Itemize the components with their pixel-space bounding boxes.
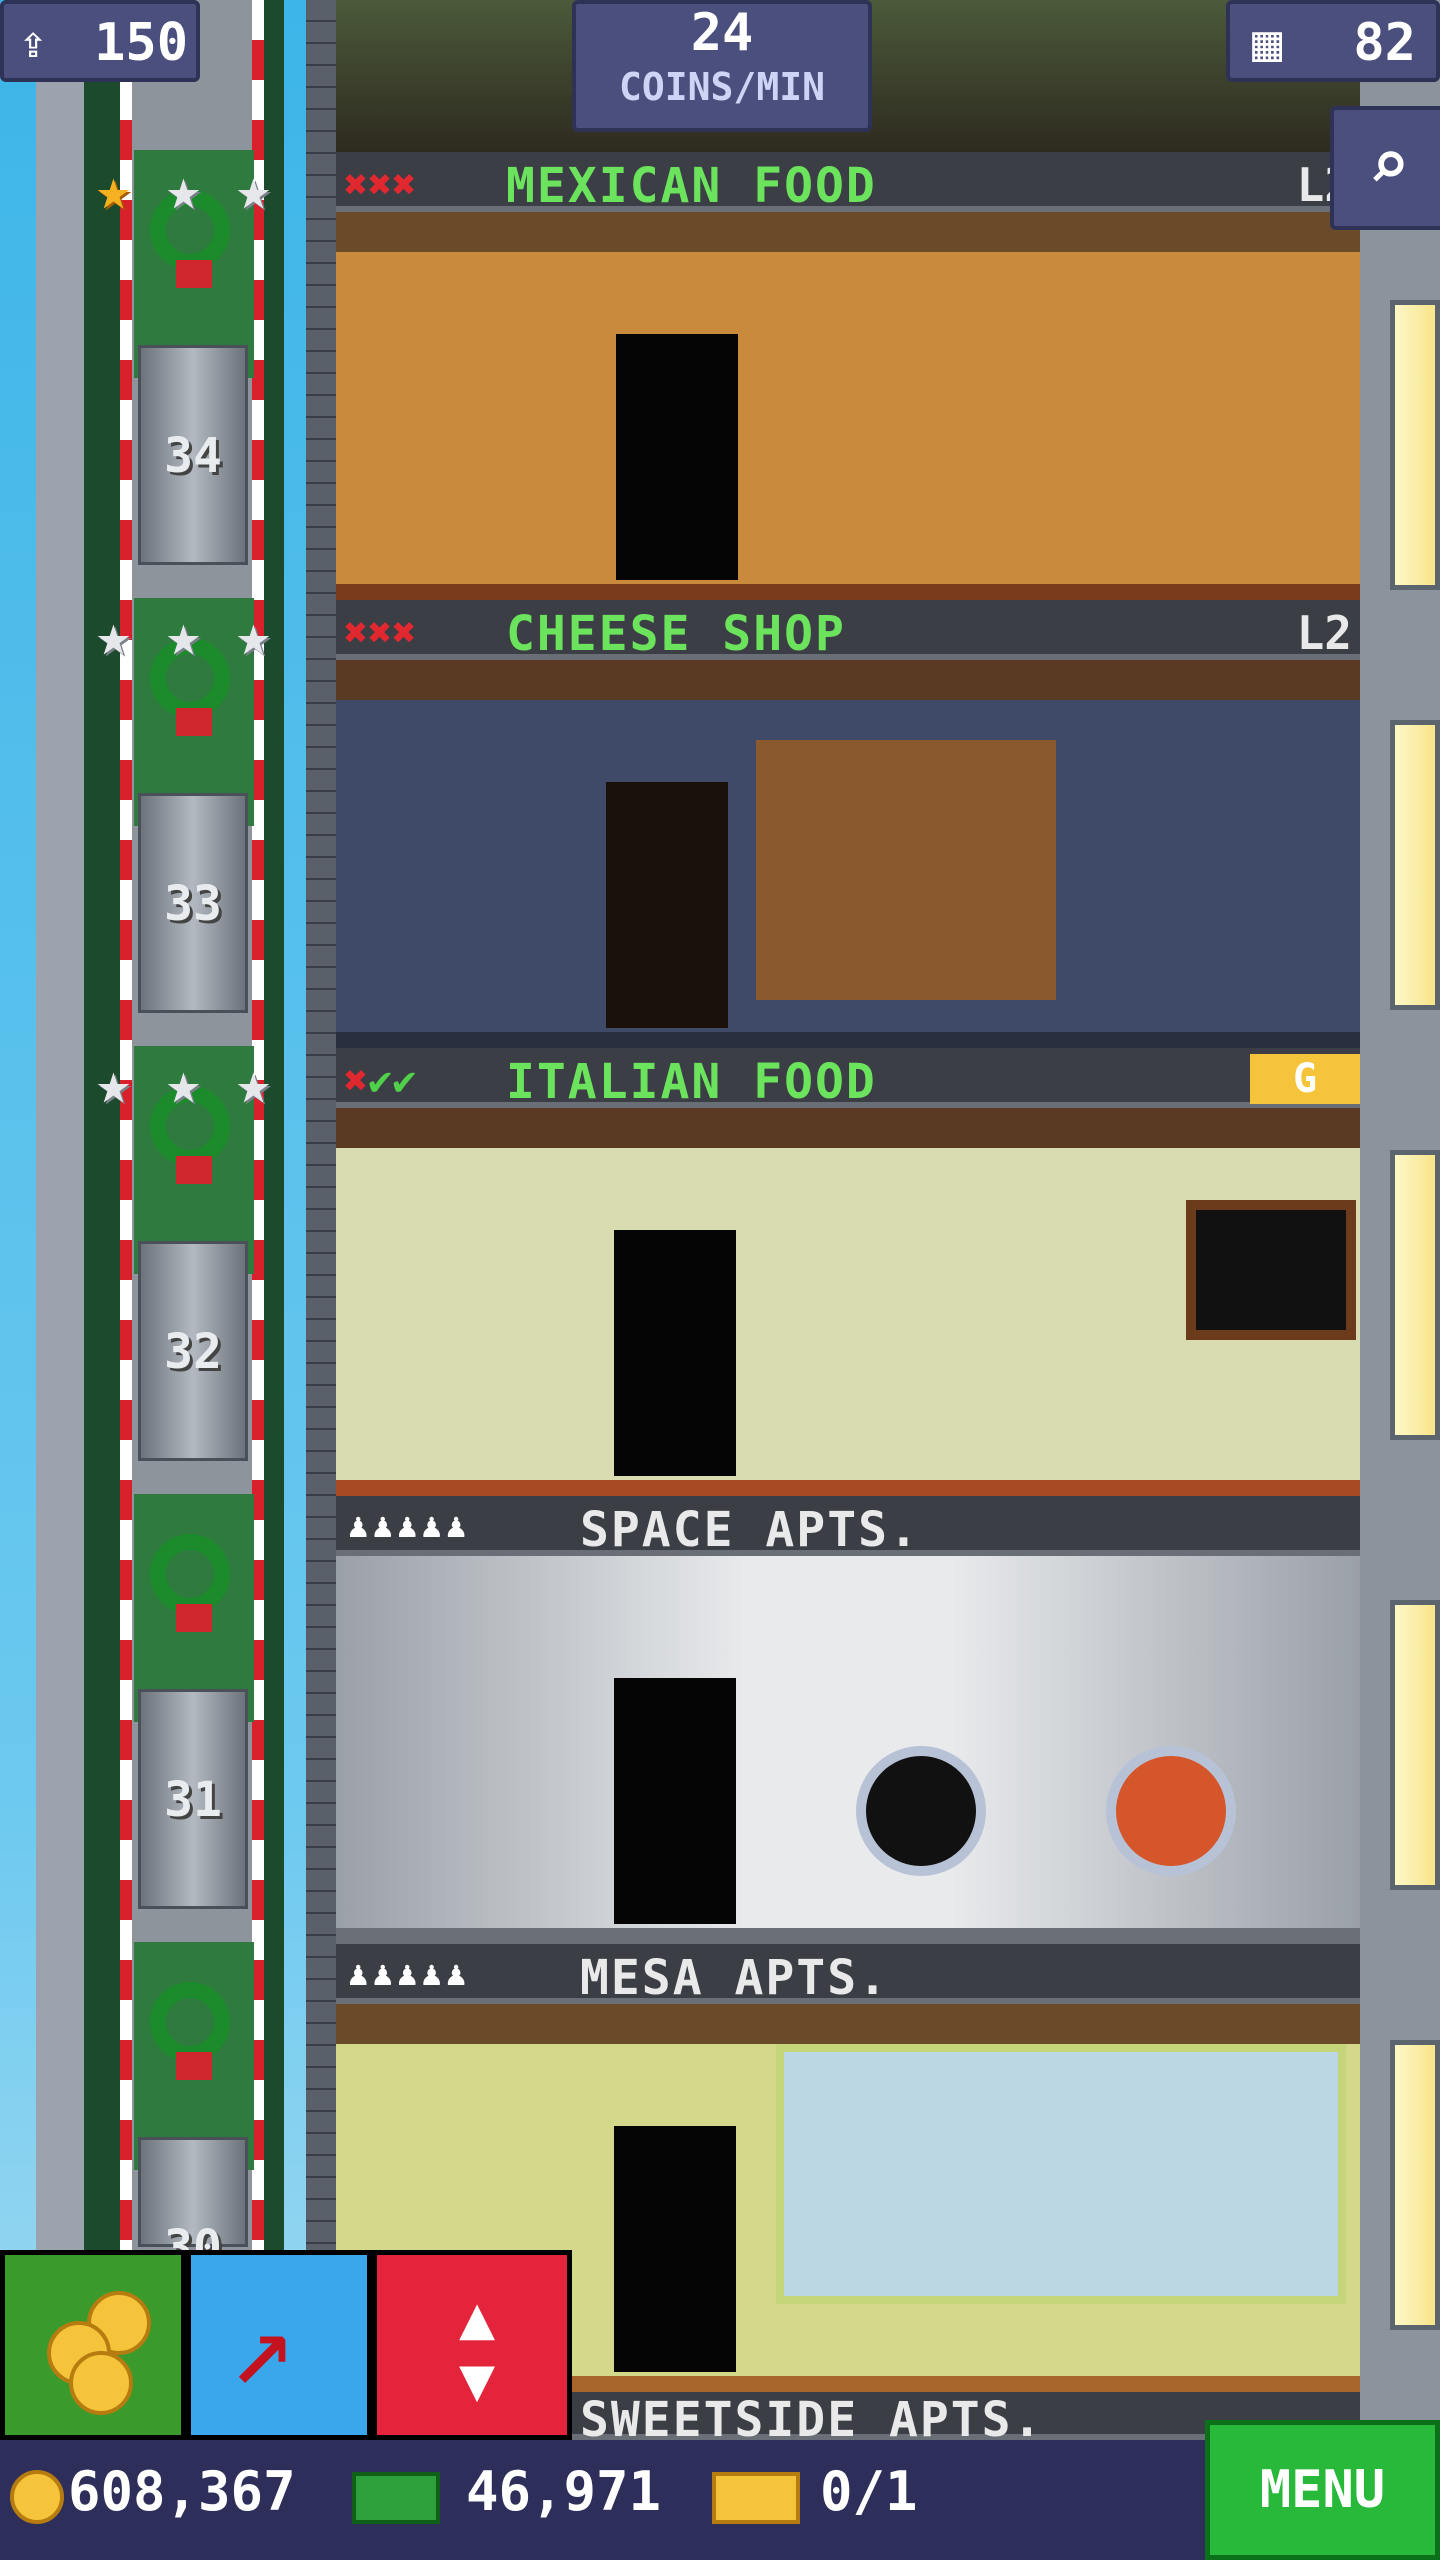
stock-status: ✖✔✔ — [344, 1058, 417, 1104]
coins-value: 608,367 — [68, 2460, 296, 2523]
doorway — [606, 782, 728, 1028]
cheese-shelf — [756, 740, 1056, 1000]
star-silver-icon: ★ — [166, 155, 201, 223]
floor-name: SPACE APTS. — [580, 1502, 920, 1558]
right-building-wall — [1360, 0, 1440, 2460]
floor-name: MEXICAN FOOD — [506, 158, 877, 214]
person-up-icon: ⇪ — [20, 17, 47, 68]
space-apartment-room — [336, 1556, 1360, 1944]
menu-button[interactable]: MENU — [1205, 2420, 1440, 2560]
floor-name: ITALIAN FOOD — [506, 1054, 877, 1110]
elevator-arrows-icon: ▲ ▼ — [458, 2283, 496, 2415]
floor-count-value: 82 — [1353, 13, 1416, 73]
coins-button[interactable] — [0, 2250, 186, 2440]
coins-rate-unit: COINS/MIN — [619, 65, 825, 109]
coins-icon — [47, 2291, 157, 2415]
candy-cane-stripe — [120, 0, 132, 2460]
floor-name: CHEESE SHOP — [506, 606, 846, 662]
floor-number: 31 — [164, 1772, 222, 1828]
residents-icon: ♟♟♟♟♟ — [348, 1954, 471, 1994]
floor-counter[interactable]: ▦ 82 — [1226, 0, 1440, 82]
star-silver-icon: ★ — [96, 1049, 131, 1117]
wreath-decoration — [134, 1942, 254, 2170]
tickets-value: 0/1 — [820, 2460, 918, 2523]
star-silver-icon: ★ — [96, 601, 131, 669]
building-icon: ▦ — [1252, 14, 1283, 72]
star-silver-icon: ★ — [236, 1049, 271, 1117]
italian-restaurant-room — [336, 1108, 1360, 1496]
window — [1390, 300, 1440, 590]
zoom-button[interactable]: ⌕ — [1330, 106, 1440, 230]
cheese-shop-room — [336, 660, 1360, 1048]
elevator-car[interactable]: 33 — [138, 793, 248, 1013]
doorway — [614, 1230, 736, 1476]
large-window — [776, 2044, 1346, 2304]
star-gold-icon: ★ — [96, 155, 131, 223]
floor-number: 34 — [164, 428, 222, 484]
floor-header: ♟♟♟♟♟ SPACE APTS. — [336, 1496, 1360, 1558]
floor-number: 33 — [164, 876, 222, 932]
magnifier-icon: ⌕ — [1367, 124, 1411, 206]
floor-name: MESA APTS. — [580, 1950, 889, 2006]
stock-status: ✖✖✖ — [344, 162, 417, 208]
doorway — [614, 1678, 736, 1924]
coins-per-minute[interactable]: 24 COINS/MIN — [572, 0, 872, 132]
floor-header: ♟♟♟♟♟ MESA APTS. — [336, 1944, 1360, 2006]
elevator-button[interactable]: ▲ ▼ — [372, 2250, 572, 2440]
floor-cheese-shop[interactable]: ✖✖✖ CHEESE SHOP L2 — [336, 600, 1360, 1048]
mexican-restaurant-room — [336, 212, 1360, 600]
raise-button[interactable]: ↗ — [186, 2250, 372, 2440]
floor-header: ✖✖✖ MEXICAN FOOD L2 — [336, 152, 1360, 214]
floor-italian-food[interactable]: ✖✔✔ ITALIAN FOOD G — [336, 1048, 1360, 1496]
star-silver-icon: ★ — [236, 601, 271, 669]
ticket-icon — [712, 2472, 800, 2524]
floor-space-apts[interactable]: ♟♟♟♟♟ SPACE APTS. — [336, 1496, 1360, 1944]
building-rail — [306, 0, 336, 2460]
floor-mexican-food[interactable]: ✖✖✖ MEXICAN FOOD L2 — [336, 152, 1360, 600]
star-silver-icon: ★ — [166, 1049, 201, 1117]
residents-icon: ♟♟♟♟♟ — [348, 1506, 471, 1546]
star-silver-icon: ★ — [236, 155, 271, 223]
window — [1390, 1600, 1440, 1890]
elevator-car[interactable]: 32 — [138, 1241, 248, 1461]
floor-header: ✖✖✖ CHEESE SHOP L2 — [336, 600, 1360, 662]
left-building-wall — [36, 0, 88, 2460]
coins-rate-value: 24 — [690, 3, 754, 63]
golden-ticket-badge[interactable]: G — [1250, 1054, 1360, 1104]
star-silver-icon: ★ — [166, 601, 201, 669]
bux-icon — [352, 2472, 440, 2524]
doorway — [614, 2126, 736, 2372]
stock-status: ✖✖✖ — [344, 610, 417, 656]
porthole-window — [1106, 1746, 1236, 1876]
population-value: 150 — [94, 13, 188, 73]
elevator-car[interactable]: 31 — [138, 1689, 248, 1909]
elevator-car[interactable]: 34 — [138, 345, 248, 565]
arrow-up-right-icon: ↗ — [229, 2281, 296, 2409]
window — [1390, 2040, 1440, 2330]
porthole-window — [856, 1746, 986, 1876]
window — [1390, 1150, 1440, 1440]
doorway — [616, 334, 738, 580]
floor-header: ✖✔✔ ITALIAN FOOD G — [336, 1048, 1360, 1110]
chalkboard — [1186, 1200, 1356, 1340]
population-counter[interactable]: ⇪ 150 — [0, 0, 200, 82]
window — [1390, 720, 1440, 1010]
wreath-decoration — [134, 1494, 254, 1722]
coin-icon — [10, 2470, 64, 2524]
floor-level: L2 — [1296, 606, 1352, 660]
floor-number: 32 — [164, 1324, 222, 1380]
bux-value: 46,971 — [466, 2460, 662, 2523]
elevator-car[interactable]: 30 — [138, 2137, 248, 2276]
